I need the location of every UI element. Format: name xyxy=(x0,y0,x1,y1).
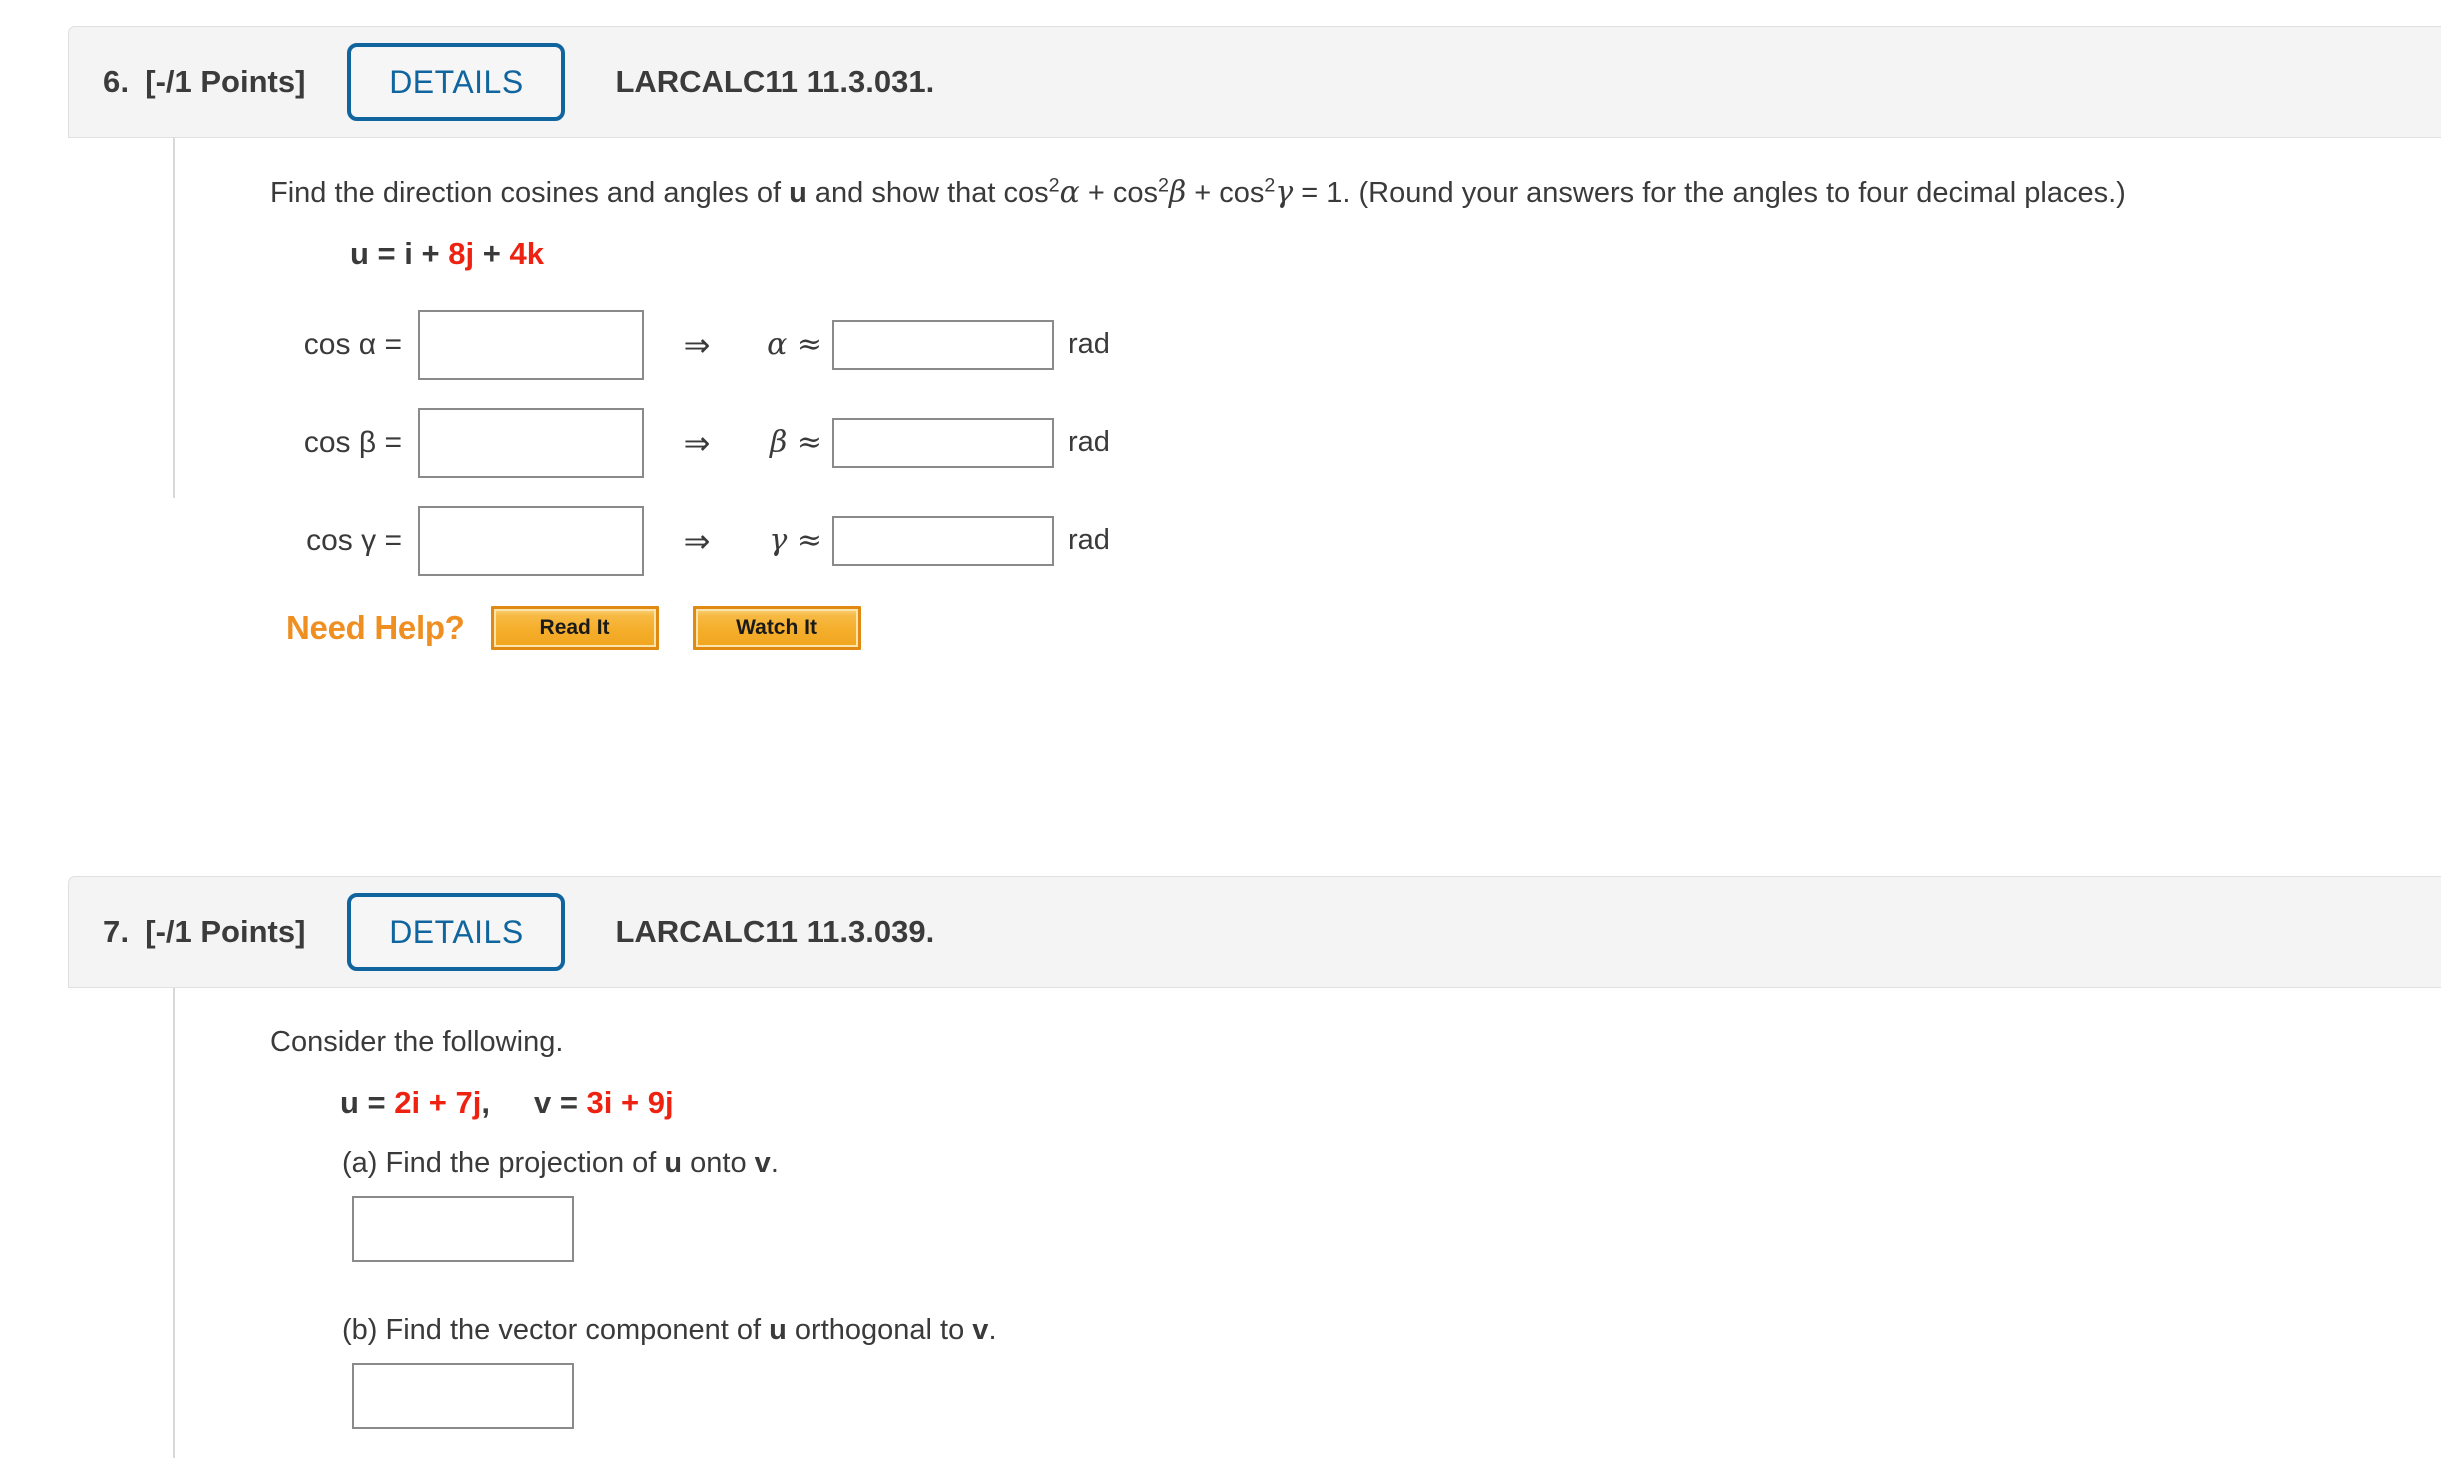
vector-u-j: j xyxy=(465,235,475,271)
part-b-prefix: (b) Find the vector component of xyxy=(342,1313,770,1346)
part-b-input[interactable] xyxy=(352,1362,574,1429)
vector-u-coef-j: 8 xyxy=(448,235,466,271)
vector-u-equals-7: = xyxy=(358,1084,395,1120)
question-7-consider: Consider the following. xyxy=(270,1026,564,1058)
question-6-number: 6. xyxy=(103,64,130,99)
part-a-mid: onto xyxy=(682,1146,755,1179)
answer-row-beta: cos β = ⇒ β ≈ rad xyxy=(280,407,2441,478)
beta-approx-label: β ≈ xyxy=(769,425,822,461)
alpha-input[interactable] xyxy=(832,319,1054,370)
vector-u-i: i xyxy=(404,235,413,271)
alpha-unit-label: rad xyxy=(1068,328,1110,361)
cos-beta-label: cos β = xyxy=(303,425,402,459)
part-a-suffix: . xyxy=(770,1146,779,1179)
prompt-plus-1: + cos xyxy=(1079,177,1158,209)
beta-unit-label: rad xyxy=(1068,426,1110,459)
part-a-u: u xyxy=(664,1146,683,1179)
question-7-points: [-/1 Points] xyxy=(145,914,306,949)
read-it-button[interactable]: Read It xyxy=(490,605,659,650)
question-7-number: 7. xyxy=(103,914,130,949)
gamma-unit-label: rad xyxy=(1068,524,1110,557)
prompt-text-2: and show that cos xyxy=(806,177,1049,209)
part-b-label: (b) Find the vector component of u ortho… xyxy=(342,1314,2441,1347)
answer-row-alpha: cos α = ⇒ α ≈ rad xyxy=(280,309,2441,380)
vector-u-plus-2: + xyxy=(474,235,510,271)
question-7-vectors: u = 2i + 7j, v = 3i + 9j xyxy=(340,1085,2441,1121)
answer-row-gamma: cos γ = ⇒ γ ≈ rad xyxy=(280,505,2441,576)
part-a-v: v xyxy=(754,1146,771,1179)
prompt-text-1: Find the direction cosines and angles of xyxy=(270,177,790,209)
cos-gamma-label: cos γ = xyxy=(306,523,402,557)
prompt-tail: = 1. (Round your answers for the angles … xyxy=(1293,177,2126,209)
question-6-code: LARCALC11 11.3.031. xyxy=(615,64,935,99)
vector-u-symbol: u xyxy=(350,235,369,271)
prompt-exponent-3: 2 xyxy=(1264,174,1276,197)
vector-v-symbol-7: v xyxy=(533,1084,552,1120)
part-a-input[interactable] xyxy=(352,1195,574,1262)
beta-input[interactable] xyxy=(832,417,1054,468)
need-help-row: Need Help? Read It Watch It xyxy=(286,605,2441,650)
gamma-approx-label: γ ≈ xyxy=(769,523,822,559)
vector-u-plus-1: + xyxy=(412,235,449,271)
question-6: 6. [-/1 Points] DETAILS LARCALC11 11.3.0… xyxy=(68,26,2441,650)
implies-arrow-beta: ⇒ xyxy=(683,424,711,461)
implies-arrow-gamma: ⇒ xyxy=(683,522,711,559)
implies-arrow-alpha: ⇒ xyxy=(683,326,711,363)
cos-beta-input[interactable] xyxy=(418,407,644,478)
question-6-prompt: Find the direction cosines and angles of… xyxy=(270,172,2441,214)
question-6-points: [-/1 Points] xyxy=(145,64,306,99)
vector-u-terms-7: 2i + 7j xyxy=(394,1084,482,1120)
part-b-suffix: . xyxy=(988,1313,997,1346)
prompt-plus-2: + cos xyxy=(1186,177,1265,209)
cos-gamma-input[interactable] xyxy=(418,505,644,576)
need-help-label: Need Help? xyxy=(286,608,465,646)
watch-it-button[interactable]: Watch It xyxy=(692,605,861,650)
assignment-page: 6. [-/1 Points] DETAILS LARCALC11 11.3.0… xyxy=(0,0,2441,1474)
part-a-prefix: (a) Find the projection of xyxy=(342,1146,665,1179)
details-button-7[interactable]: DETAILS xyxy=(347,893,566,971)
question-6-body: Find the direction cosines and angles of… xyxy=(173,138,2441,650)
gamma-input[interactable] xyxy=(832,515,1054,566)
question-7-header: 7. [-/1 Points] DETAILS LARCALC11 11.3.0… xyxy=(68,876,2441,988)
prompt-beta: β xyxy=(1168,175,1187,210)
question-6-vector-u: u = i + 8j + 4k xyxy=(350,236,2441,272)
part-b-v: v xyxy=(972,1313,989,1346)
prompt-gamma: γ xyxy=(1275,175,1294,210)
alpha-approx-label: α ≈ xyxy=(767,327,822,363)
prompt-exponent-1: 2 xyxy=(1048,174,1060,197)
part-b-u: u xyxy=(769,1313,787,1346)
part-a-label: (a) Find the projection of u onto v. xyxy=(342,1147,2441,1180)
question-6-header: 6. [-/1 Points] DETAILS LARCALC11 11.3.0… xyxy=(68,26,2441,138)
cos-alpha-label: cos α = xyxy=(303,327,402,361)
cos-alpha-input[interactable] xyxy=(418,309,644,380)
prompt-alpha: α xyxy=(1059,175,1080,210)
question-7-body: Consider the following. u = 2i + 7j, v = … xyxy=(173,988,2441,1458)
vector-v-equals-7: = xyxy=(551,1084,587,1120)
vector-u-equals: = xyxy=(368,235,405,271)
vector-v-terms-7: 3i + 9j xyxy=(586,1084,674,1120)
vector-u-coef-k: 4 xyxy=(509,235,527,271)
details-button-6[interactable]: DETAILS xyxy=(347,43,566,121)
vector-u-k: k xyxy=(526,235,544,271)
prompt-vector-u: u xyxy=(789,177,807,209)
vectors-comma: , xyxy=(481,1084,490,1120)
vector-u-symbol-7: u xyxy=(340,1084,359,1120)
prompt-exponent-2: 2 xyxy=(1157,174,1169,197)
part-b-mid: orthogonal to xyxy=(786,1313,973,1346)
question-7: 7. [-/1 Points] DETAILS LARCALC11 11.3.0… xyxy=(68,876,2441,1458)
question-7-code: LARCALC11 11.3.039. xyxy=(615,914,935,949)
